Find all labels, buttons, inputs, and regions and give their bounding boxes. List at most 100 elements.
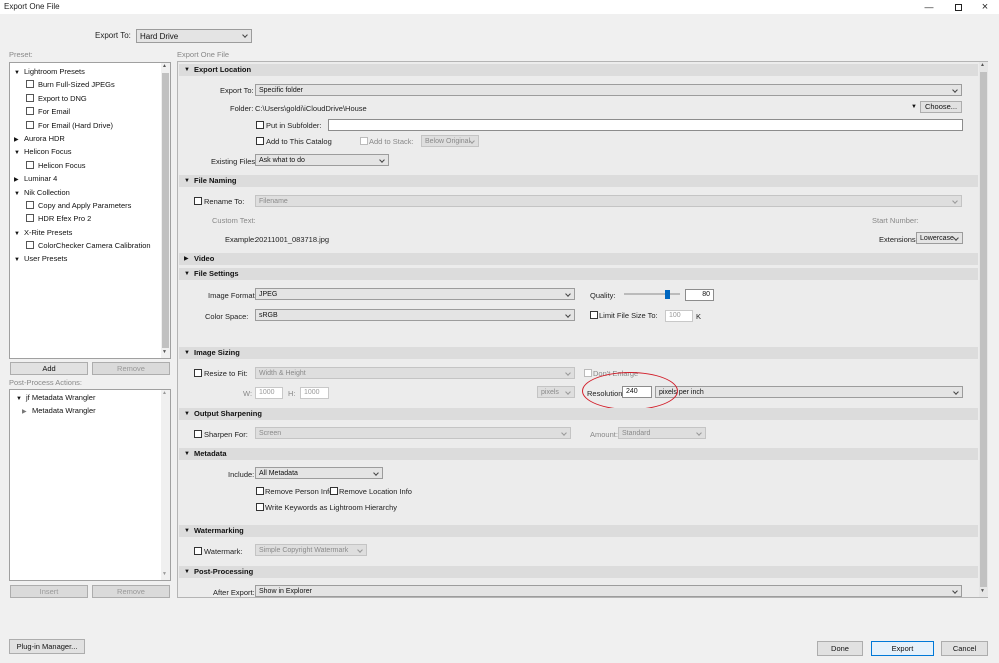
remove-preset-button[interactable]: Remove [92, 362, 170, 375]
preset-icon [26, 160, 34, 169]
remove-action-button[interactable]: Remove [92, 585, 170, 598]
section-export-location[interactable]: ▼ Export Location [179, 64, 978, 76]
rename-checkbox[interactable] [194, 197, 202, 205]
preset-item[interactable]: HDR Efex Pro 2 [14, 212, 160, 225]
add-preset-button[interactable]: Add [10, 362, 88, 375]
export-to-select[interactable]: Hard Drive [136, 29, 252, 43]
export-button[interactable]: Export [871, 641, 934, 656]
section-watermarking[interactable]: ▼ Watermarking [179, 525, 978, 537]
preset-label-text: Luminar 4 [24, 174, 58, 184]
preset-folder[interactable]: ▼ Helicon Focus [14, 145, 160, 158]
amount-select[interactable]: Standard [618, 427, 706, 439]
preset-icon [26, 120, 34, 129]
cancel-button[interactable]: Cancel [941, 641, 988, 656]
sharpen-checkbox[interactable] [194, 430, 202, 438]
settings-scrollbar[interactable]: ▲ ▼ [979, 62, 988, 597]
choose-folder-button[interactable]: Choose... [920, 101, 962, 113]
subfolder-checkbox[interactable] [256, 121, 264, 129]
plugin-manager-button[interactable]: Plug-in Manager... [9, 639, 85, 654]
preset-item[interactable]: Export to DNG [14, 92, 160, 105]
preset-item[interactable]: For Email [14, 105, 160, 118]
preset-scroll-thumb[interactable] [162, 73, 169, 348]
postprocess-list[interactable] [9, 389, 171, 581]
existing-files-select[interactable]: Ask what to do [255, 154, 389, 166]
watermark-select[interactable]: Simple Copyright Watermark [255, 544, 367, 556]
limit-size-unit: K [696, 312, 702, 321]
limit-size-input[interactable]: 100 [665, 310, 693, 322]
expand-down-icon: ▼ [184, 271, 190, 277]
insert-button[interactable]: Insert [10, 585, 88, 598]
preset-folder[interactable]: ▶ Luminar 4 [14, 172, 160, 185]
color-space-select[interactable]: sRGB [255, 309, 575, 321]
location-export-to-select[interactable]: Specific folder [255, 84, 962, 96]
postprocess-item-wrangler[interactable]: ▶ Metadata Wrangler [22, 406, 96, 415]
maximize-button[interactable] [946, 0, 970, 14]
section-metadata[interactable]: ▼ Metadata [179, 448, 978, 460]
scroll-down-icon: ▼ [980, 588, 985, 594]
after-export-select[interactable]: Show in Explorer [255, 585, 962, 597]
expand-down-icon: ▼ [14, 257, 20, 264]
settings-scroll-thumb[interactable] [980, 72, 987, 587]
preset-folder[interactable]: ▼ User Presets [14, 252, 160, 265]
add-catalog-checkbox[interactable] [256, 137, 264, 145]
rename-template-select[interactable]: Filename [255, 195, 962, 207]
amount-label: Amount: [590, 430, 618, 439]
resolution-unit-select[interactable]: pixels per inch [655, 386, 963, 398]
expand-down-icon: ▼ [184, 350, 190, 356]
section-post-processing[interactable]: ▼ Post-Processing [179, 566, 978, 578]
highlight-ellipse [582, 372, 678, 410]
section-output-sharpening[interactable]: ▼ Output Sharpening [179, 408, 978, 420]
postprocess-item-wrangler-folder[interactable]: ▼ jf Metadata Wrangler [16, 393, 95, 402]
dont-enlarge-checkbox[interactable] [584, 369, 592, 377]
add-stack-label: Add to Stack: [369, 137, 414, 146]
minimize-button[interactable]: — [917, 0, 941, 14]
preset-icon [26, 214, 34, 223]
preset-folder[interactable]: ▼ Lightroom Presets [14, 65, 160, 78]
preset-item[interactable]: ColorChecker Camera Calibration [14, 239, 160, 252]
quality-slider[interactable] [624, 290, 680, 300]
limit-size-checkbox[interactable] [590, 311, 598, 319]
postprocess-scrollbar[interactable]: ▲ ▼ [161, 390, 170, 580]
sharpen-label: Sharpen For: [204, 430, 248, 439]
include-metadata-select[interactable]: All Metadata [255, 467, 383, 479]
preset-scrollbar[interactable]: ▲ ▼ [161, 63, 170, 358]
preset-folder[interactable]: ▼ X-Rite Presets [14, 226, 160, 239]
height-input[interactable]: 1000 [300, 387, 329, 399]
quality-input[interactable]: 80 [685, 289, 714, 301]
preset-folder[interactable]: ▶ Aurora HDR [14, 132, 160, 145]
subfolder-input[interactable] [328, 119, 963, 131]
remove-location-checkbox[interactable] [330, 487, 338, 495]
folder-dropdown-icon[interactable]: ▼ [911, 104, 917, 110]
preset-item[interactable]: Burn Full-Sized JPEGs [14, 78, 160, 91]
resize-checkbox[interactable] [194, 369, 202, 377]
watermark-checkbox[interactable] [194, 547, 202, 555]
close-button[interactable]: × [973, 0, 997, 14]
resize-mode-select[interactable]: Width & Height [255, 367, 575, 379]
size-unit-select[interactable]: pixels [537, 386, 575, 398]
preset-icon [26, 93, 34, 102]
quality-slider-track [624, 293, 680, 295]
stack-position-select[interactable]: Below Original [421, 135, 479, 147]
preset-item[interactable]: Helicon Focus [14, 159, 160, 172]
quality-slider-thumb[interactable] [665, 290, 670, 299]
section-file-settings[interactable]: ▼ File Settings [179, 268, 978, 280]
write-keywords-checkbox[interactable] [256, 503, 264, 511]
image-format-select[interactable]: JPEG [255, 288, 575, 300]
section-image-sizing[interactable]: ▼ Image Sizing [179, 347, 978, 359]
remove-person-checkbox[interactable] [256, 487, 264, 495]
section-file-naming[interactable]: ▼ File Naming [179, 175, 978, 187]
add-stack-checkbox[interactable] [360, 137, 368, 145]
expand-down-icon: ▼ [184, 67, 190, 73]
width-input[interactable]: 1000 [255, 387, 283, 399]
preset-label-text: Copy and Apply Parameters [38, 200, 132, 210]
subfolder-label: Put in Subfolder: [266, 121, 322, 130]
preset-folder[interactable]: ▼ Nik Collection [14, 186, 160, 199]
preset-item[interactable]: Copy and Apply Parameters [14, 199, 160, 212]
done-button[interactable]: Done [817, 641, 863, 656]
preset-item[interactable]: For Email (Hard Drive) [14, 119, 160, 132]
section-video[interactable]: ▶ Video [179, 253, 978, 265]
extensions-select[interactable]: Lowercase [916, 232, 963, 244]
preset-label-text: Helicon Focus [24, 147, 72, 157]
example-filename: 20211001_083718.jpg [255, 235, 330, 244]
sharpen-for-select[interactable]: Screen [255, 427, 571, 439]
